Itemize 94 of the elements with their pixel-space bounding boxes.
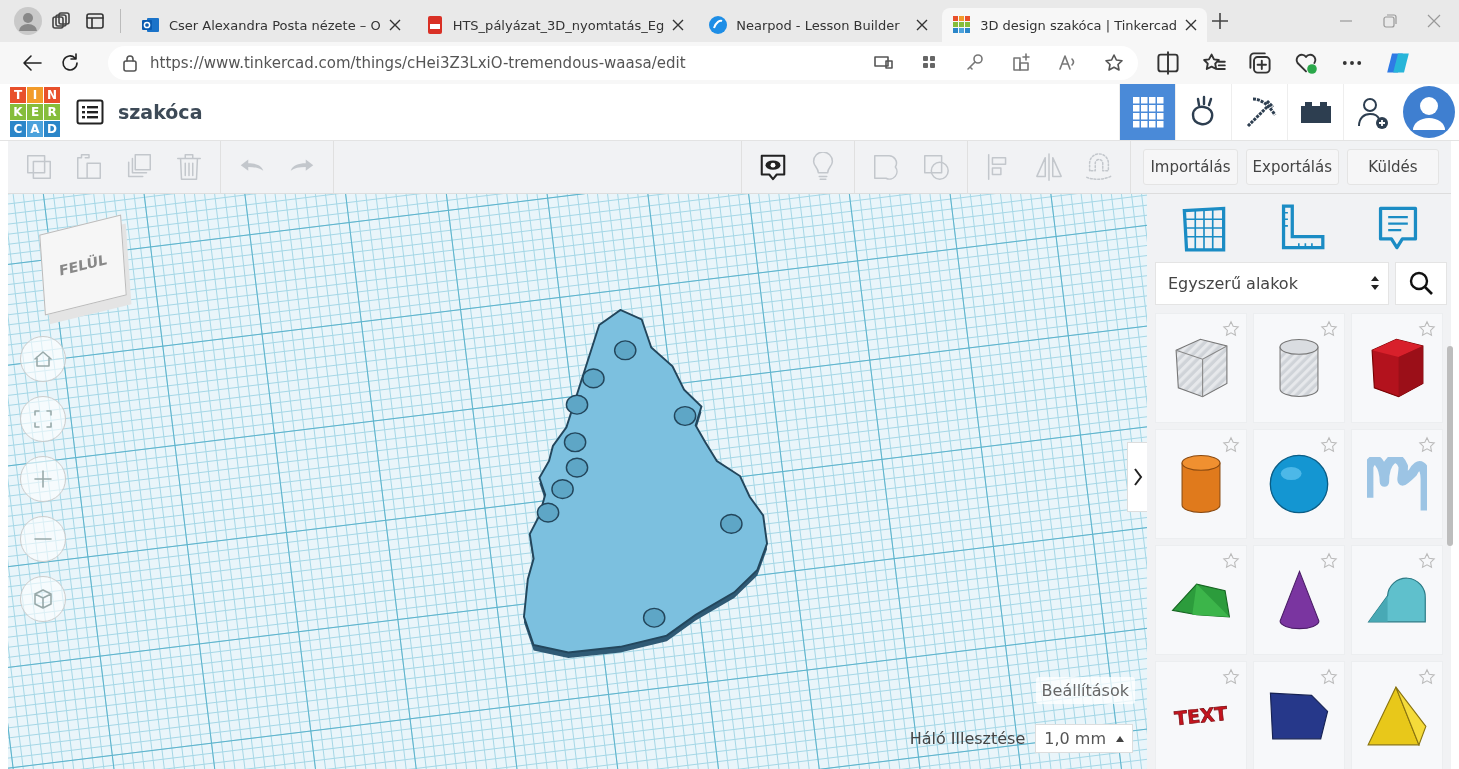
grid-view-icon: [1130, 95, 1165, 129]
settings-button[interactable]: Beállítások: [1035, 677, 1135, 704]
action-button[interactable]: Exportálás: [1245, 149, 1339, 185]
new-tab-icon[interactable]: [1211, 12, 1230, 30]
star-icon[interactable]: [1222, 668, 1240, 686]
site-icon: [141, 15, 161, 35]
snap-grid-select[interactable]: 1,0 mm: [1035, 724, 1133, 753]
view-button[interactable]: [20, 516, 66, 562]
project-title[interactable]: szakóca: [118, 101, 203, 123]
caret-icon: [1116, 735, 1124, 742]
shape-tile[interactable]: [1253, 545, 1345, 655]
back-icon[interactable]: [22, 54, 42, 72]
avatar-icon[interactable]: [1403, 86, 1455, 138]
tab-title: Cser Alexandra Posta nézete – O: [169, 17, 381, 33]
key-icon[interactable]: [966, 53, 986, 73]
shape-tile[interactable]: [1351, 429, 1443, 539]
collapse-panel-button[interactable]: [1127, 442, 1147, 512]
shape-tile[interactable]: [1351, 313, 1443, 423]
zoom-in-icon: [31, 467, 55, 491]
cube-icon: [31, 587, 55, 611]
star-icon[interactable]: [1320, 320, 1338, 338]
lock-icon: [122, 54, 138, 72]
fit-view-icon: [31, 407, 55, 431]
star-icon[interactable]: [1320, 436, 1338, 454]
shape-tile[interactable]: [1253, 429, 1345, 539]
browser-tab[interactable]: 3D design szakóca | Tinkercad: [942, 8, 1208, 42]
list-icon[interactable]: [76, 99, 104, 125]
shape-tile[interactable]: [1155, 545, 1247, 655]
address-bar[interactable]: https://www.tinkercad.com/things/cHei3Z3LxiO-tremendous-waasa/edit: [108, 46, 1138, 80]
shape-tile[interactable]: [1253, 661, 1345, 769]
star-icon[interactable]: [1320, 668, 1338, 686]
close-icon[interactable]: [916, 19, 929, 31]
site-icon: [952, 15, 973, 35]
star-icon[interactable]: [1418, 552, 1436, 570]
url-text: https://www.tinkercad.com/things/cHei3Z3LxiO-tremendous-waasa/edit: [150, 54, 687, 72]
view-button[interactable]: [20, 396, 66, 442]
split-screen-icon[interactable]: [1156, 51, 1180, 75]
shape-tile[interactable]: [1351, 661, 1443, 769]
extensions-icon[interactable]: [1012, 53, 1032, 73]
roof-drawing: [1171, 582, 1231, 618]
tab-title: Nearpod - Lesson Builder: [736, 17, 901, 33]
tab-title: HTS_pályázat_3D_nyomtatás_Eg: [452, 17, 665, 33]
view-button[interactable]: [20, 576, 66, 622]
browser-tab[interactable]: HTS_pályázat_3D_nyomtatás_Eg: [414, 8, 695, 42]
collections-icon[interactable]: [1248, 51, 1272, 75]
star-icon[interactable]: [1222, 320, 1240, 338]
shape-tile[interactable]: [1351, 545, 1443, 655]
browser-tab[interactable]: Cser Alexandra Posta nézete – O: [131, 8, 411, 42]
star-icon[interactable]: [1418, 436, 1436, 454]
polygon-drawing: [1269, 692, 1329, 740]
tinkercad-logo[interactable]: T I N K E R C A D: [10, 87, 60, 137]
profile-icon: [14, 7, 42, 35]
star-icon[interactable]: [1418, 668, 1436, 686]
refresh-icon[interactable]: [60, 53, 80, 73]
restore-icon[interactable]: [1383, 14, 1397, 28]
tab-title: 3D design szakóca | Tinkercad: [980, 17, 1178, 33]
shape-library-select[interactable]: Egyszerű alakok: [1155, 261, 1389, 305]
box-drawing: [1370, 338, 1424, 398]
shape-tile[interactable]: TEXT: [1155, 661, 1247, 769]
zoom-out-icon: [34, 537, 52, 541]
action-button[interactable]: Importálás: [1143, 149, 1238, 185]
workspaces-icon[interactable]: [51, 11, 71, 31]
round-roof-drawing: [1367, 577, 1427, 623]
box-hole-drawing: [1174, 338, 1228, 398]
scribble-drawing: [1367, 456, 1427, 512]
action-button[interactable]: Küldés: [1347, 149, 1439, 185]
search-icon: [1408, 270, 1434, 297]
chevron-icon: [1132, 467, 1143, 487]
cylinder-drawing: [1181, 454, 1221, 514]
cylinder-hole-drawing: [1279, 338, 1319, 398]
shape-tile[interactable]: [1155, 429, 1247, 539]
pyramid-drawing: [1367, 686, 1427, 746]
shape-tile[interactable]: [1253, 313, 1345, 423]
star-icon[interactable]: [1222, 552, 1240, 570]
close-icon[interactable]: [388, 19, 401, 31]
text-shape-drawing: TEXT: [1171, 701, 1231, 731]
cone-drawing: [1278, 570, 1320, 630]
view-button[interactable]: [20, 456, 66, 502]
view-button[interactable]: [20, 336, 66, 382]
snap-grid-label: Háló Illesztése: [909, 729, 1026, 748]
close-icon[interactable]: [672, 19, 685, 31]
health-icon[interactable]: [1294, 51, 1318, 75]
star-icon[interactable]: [1418, 320, 1436, 338]
copilot-icon[interactable]: [1386, 51, 1410, 75]
site-icon: [708, 15, 729, 35]
shape-tile[interactable]: [1155, 313, 1247, 423]
tab-actions-icon[interactable]: [86, 12, 104, 30]
star-icon[interactable]: [1222, 436, 1240, 454]
sphere-drawing: [1269, 454, 1329, 514]
search-button[interactable]: [1395, 261, 1447, 305]
favorite-star-icon[interactable]: [1104, 53, 1124, 73]
browser-tab[interactable]: Nearpod - Lesson Builder: [698, 8, 939, 42]
close-icon[interactable]: [1185, 19, 1198, 31]
star-icon[interactable]: [1320, 552, 1338, 570]
